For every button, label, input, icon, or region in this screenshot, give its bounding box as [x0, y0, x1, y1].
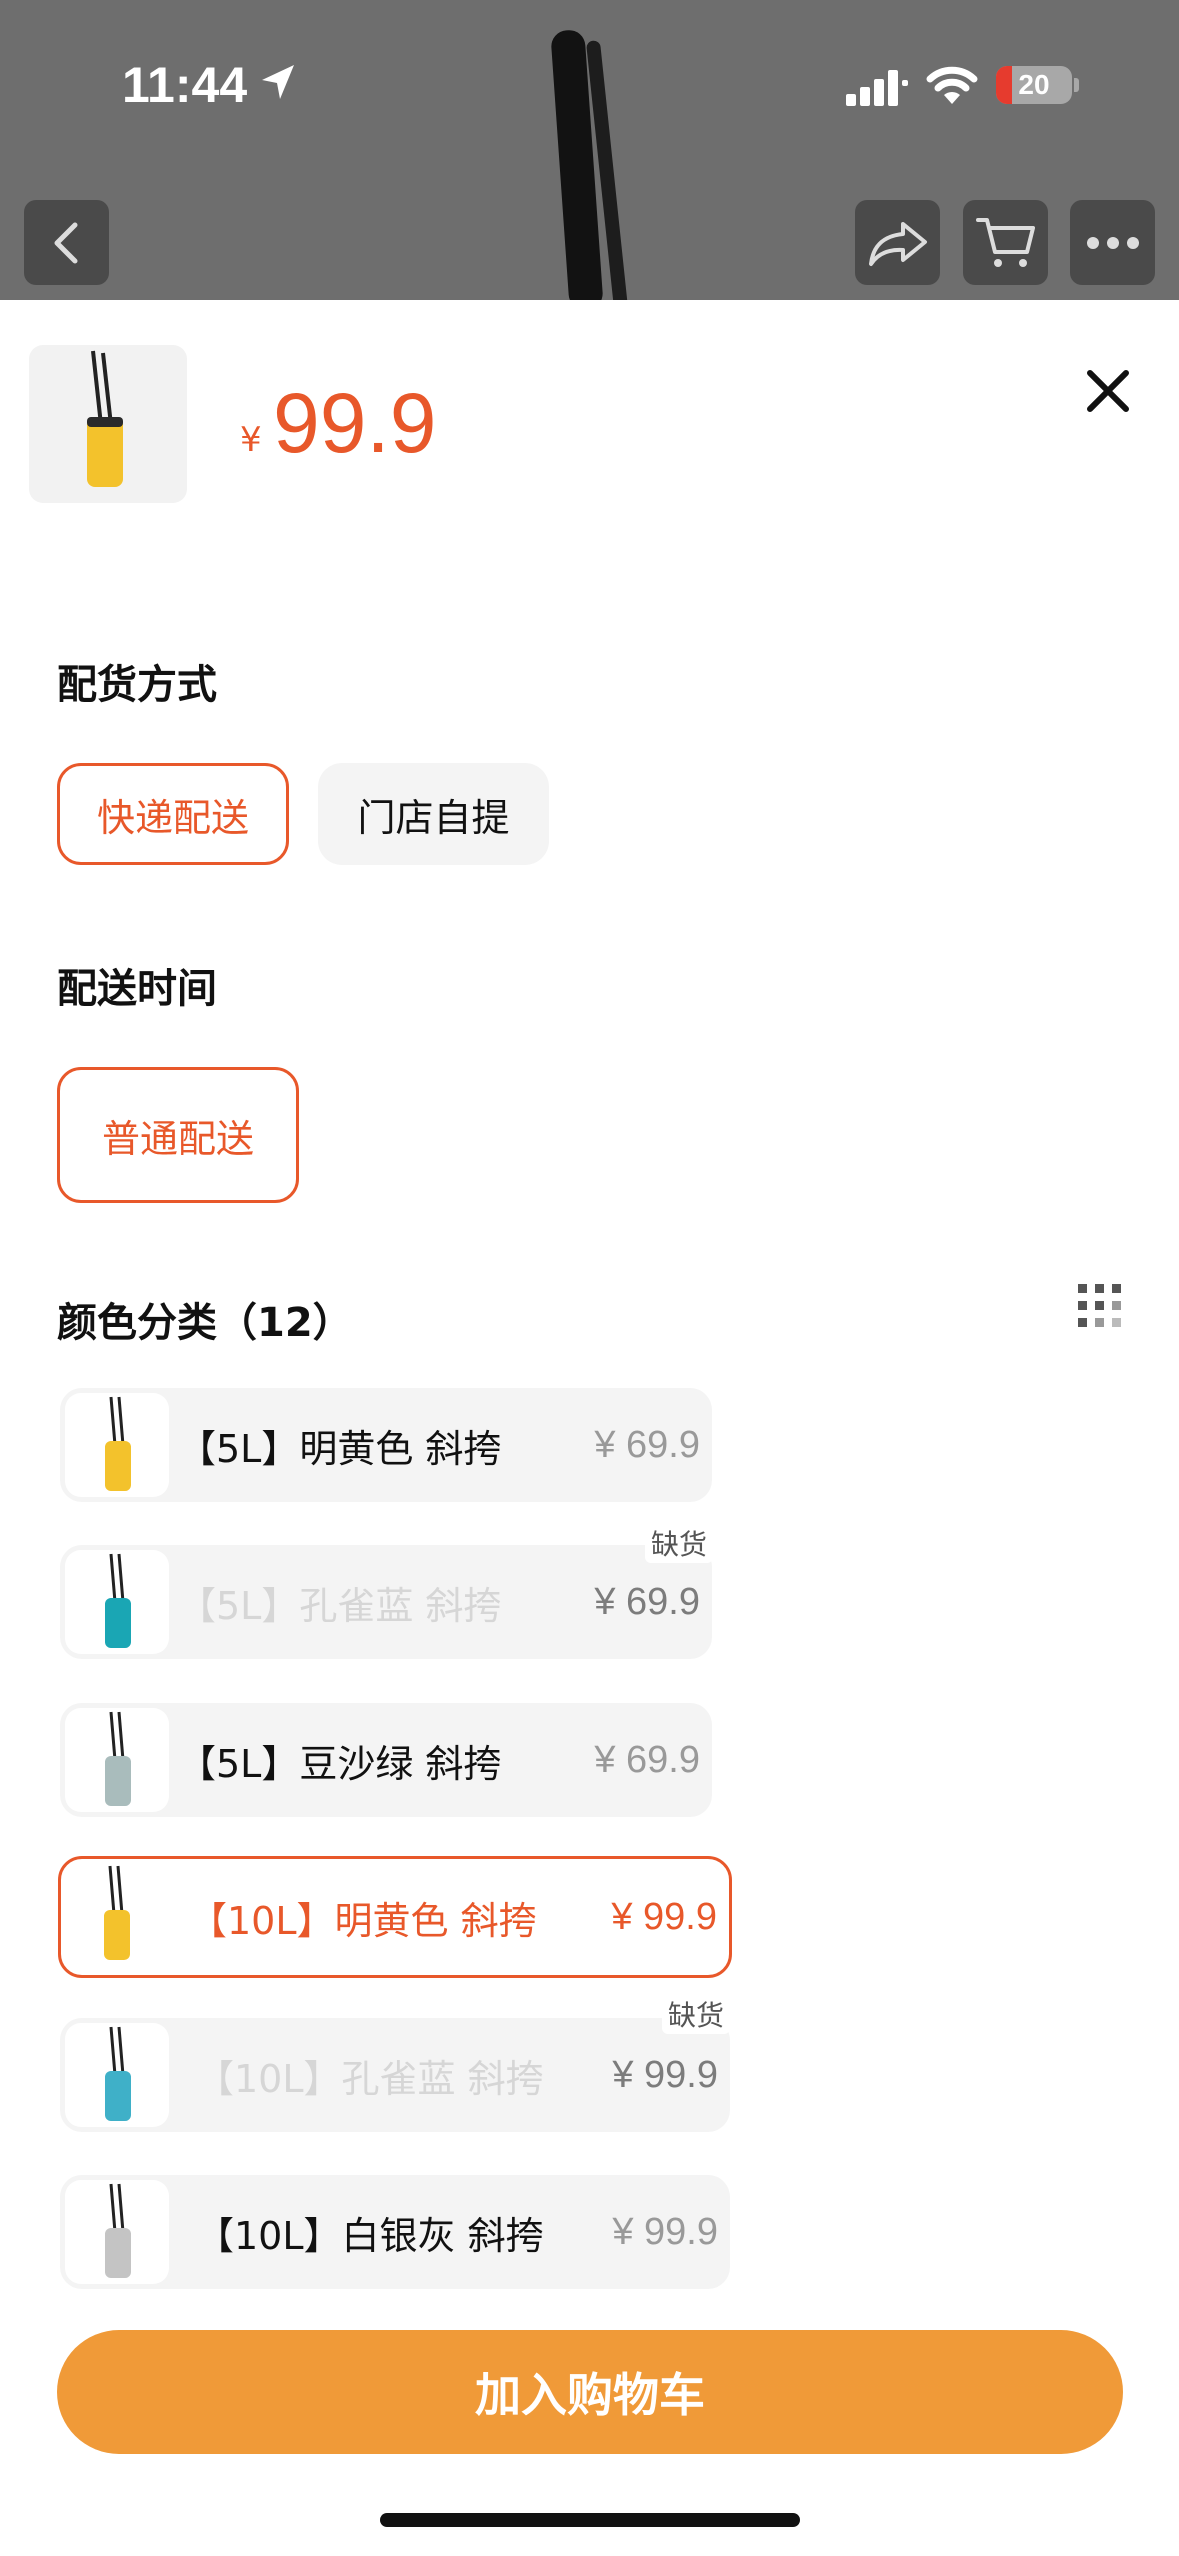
product-price: 99.9: [273, 376, 437, 470]
back-button[interactable]: [24, 200, 109, 285]
grid-view-icon[interactable]: [1078, 1284, 1126, 1332]
delivery-time-label: 普通配送: [101, 1116, 254, 1161]
product-thumbnail: [29, 345, 187, 503]
cart-button[interactable]: [963, 200, 1048, 285]
bag-thumbnail-image: [105, 2183, 131, 2278]
color-option-label: 【5L】明黄色 斜挎: [178, 1426, 502, 1471]
color-option-price: ¥ 69.9: [594, 1423, 700, 1466]
out-of-stock-badge: 缺货: [645, 1523, 714, 1563]
color-option-price: ¥ 99.9: [612, 2053, 718, 2096]
color-option-label: 【10L】白银灰 斜挎: [196, 2213, 544, 2258]
color-option-price: ¥ 69.9: [594, 1738, 700, 1781]
location-arrow-icon: [262, 65, 294, 99]
delivery-option-pickup[interactable]: 门店自提: [318, 763, 549, 865]
color-option-thumbnail: [65, 1708, 169, 1812]
status-time: 11:44: [122, 57, 248, 113]
bag-thumbnail-image: [105, 1711, 131, 1806]
delivery-method-title: 配货方式: [57, 662, 217, 708]
color-option-thumbnail: [64, 1862, 168, 1966]
color-option-row-selected[interactable]: 【10L】明黄色 斜挎 ¥ 99.9: [58, 1856, 732, 1978]
color-option-row[interactable]: 【5L】豆沙绿 斜挎 ¥ 69.9: [60, 1703, 712, 1817]
bag-thumbnail-image: [105, 2026, 131, 2121]
product-image-header: 11:44 20: [0, 0, 1179, 300]
bag-thumbnail-image: [104, 1865, 130, 1960]
color-option-thumbnail: [65, 1550, 169, 1654]
delivery-option-label: 门店自提: [357, 795, 510, 840]
color-option-thumbnail: [65, 2180, 169, 2284]
color-category-title: 颜色分类（12）: [57, 1300, 353, 1346]
color-option-price: ¥ 99.9: [611, 1895, 717, 1938]
out-of-stock-badge: 缺货: [662, 1994, 731, 2034]
add-to-cart-button[interactable]: 加入购物车: [57, 2330, 1123, 2454]
color-option-label: 【5L】孔雀蓝 斜挎: [178, 1583, 502, 1628]
battery-cap: [1074, 78, 1079, 92]
home-indicator[interactable]: [380, 2513, 800, 2527]
wifi-icon: [926, 66, 978, 104]
bag-thumbnail-image: [105, 1396, 131, 1491]
product-bag-image: [87, 350, 123, 487]
back-icon: [54, 222, 77, 263]
delivery-time-option-normal[interactable]: 普通配送: [57, 1067, 299, 1203]
share-button[interactable]: [855, 200, 940, 285]
color-option-row[interactable]: 【10L】白银灰 斜挎 ¥ 99.9: [60, 2175, 730, 2289]
color-option-row[interactable]: 【5L】明黄色 斜挎 ¥ 69.9: [60, 1388, 712, 1502]
color-option-thumbnail: [65, 1393, 169, 1497]
delivery-option-express[interactable]: 快递配送: [57, 763, 289, 865]
color-option-label: 【10L】孔雀蓝 斜挎: [196, 2056, 544, 2101]
color-option-thumbnail: [65, 2023, 169, 2127]
cellular-signal-icon: [846, 70, 908, 106]
more-button[interactable]: [1070, 200, 1155, 285]
color-option-label: 【10L】明黄色 斜挎: [189, 1898, 537, 1943]
color-option-label: 【5L】豆沙绿 斜挎: [178, 1741, 502, 1786]
share-icon: [868, 221, 927, 266]
delivery-option-label: 快递配送: [96, 795, 249, 840]
cart-icon: [975, 217, 1035, 267]
add-to-cart-label: 加入购物车: [475, 2368, 705, 2422]
color-option-row[interactable]: 【5L】孔雀蓝 斜挎 ¥ 69.9: [60, 1545, 712, 1659]
delivery-time-title: 配送时间: [57, 966, 217, 1012]
battery-percent: 20: [1018, 69, 1050, 100]
color-option-price: ¥ 99.9: [612, 2210, 718, 2253]
price-currency: ¥: [240, 420, 262, 460]
battery-indicator: 20: [996, 66, 1072, 104]
bag-thumbnail-image: [105, 1553, 131, 1648]
close-icon[interactable]: [1080, 363, 1136, 419]
color-option-row[interactable]: 【10L】孔雀蓝 斜挎 ¥ 99.9: [60, 2018, 730, 2132]
more-icon: [1086, 236, 1139, 249]
